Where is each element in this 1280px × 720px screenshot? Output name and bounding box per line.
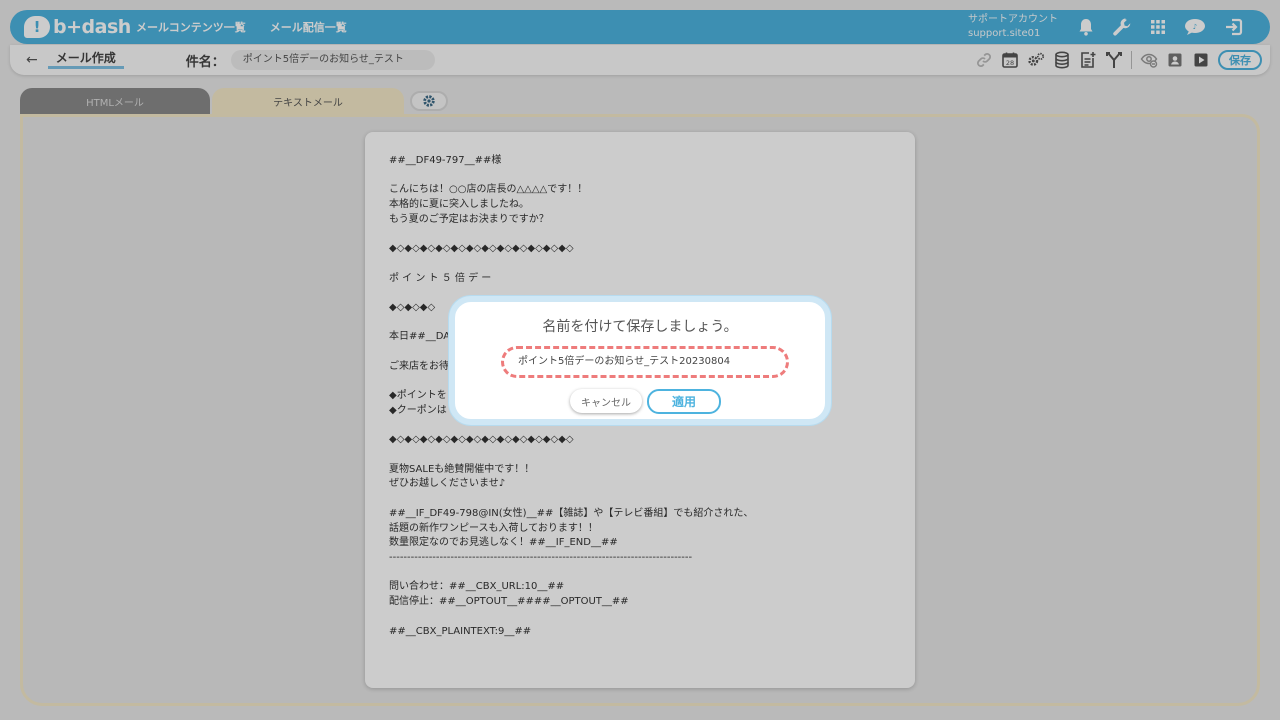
save-name-input[interactable]: ポイント5倍デーのお知らせ_テスト20230804: [501, 346, 789, 378]
apply-button[interactable]: 適用: [647, 389, 721, 414]
dialog-title: 名前を付けて保存しましょう。: [542, 319, 738, 335]
cancel-button[interactable]: キャンセル: [570, 389, 642, 413]
save-name-dialog: 名前を付けて保存しましょう。 ポイント5倍デーのお知らせ_テスト20230804…: [449, 296, 831, 425]
